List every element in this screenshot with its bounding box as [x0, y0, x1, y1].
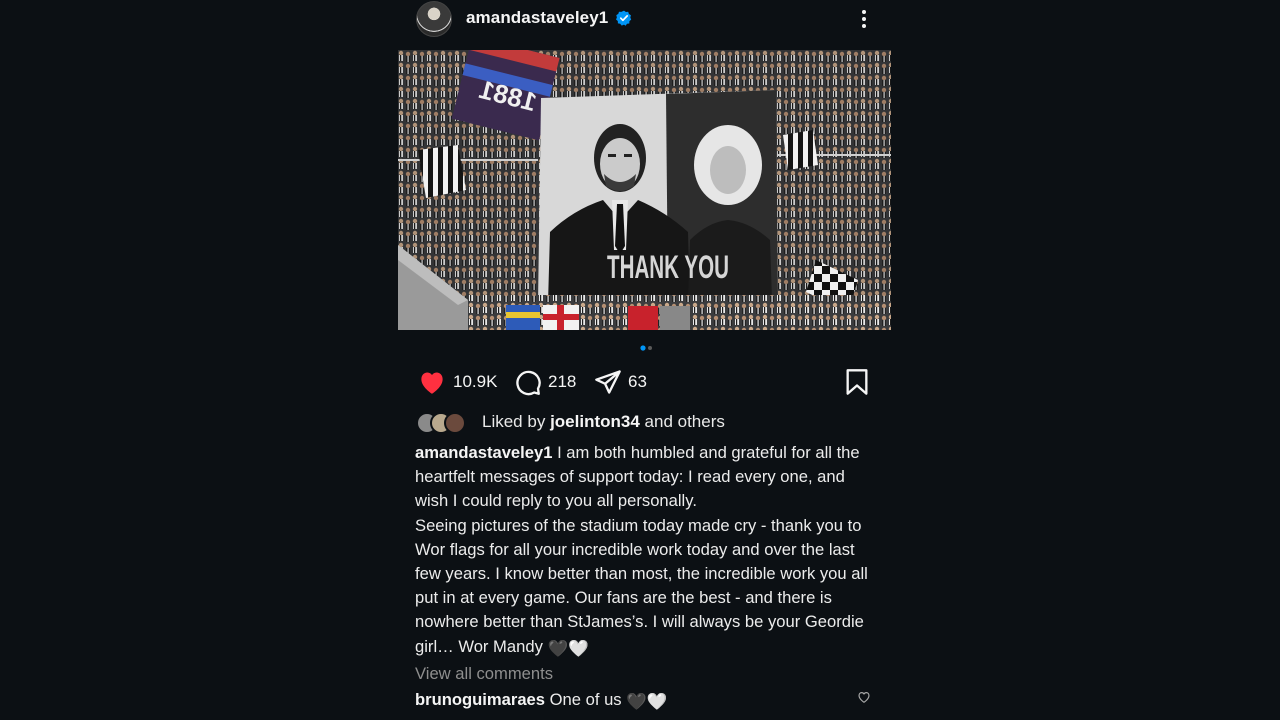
carousel-dot-active — [640, 345, 646, 351]
comment-like-heart-icon[interactable] — [857, 690, 871, 704]
view-all-comments-link[interactable]: View all comments — [415, 664, 553, 684]
share-count[interactable]: 63 — [628, 372, 647, 392]
profile-avatar[interactable] — [416, 1, 452, 37]
carousel-dot — [648, 346, 652, 350]
like-button[interactable]: 10.9K — [417, 364, 497, 400]
post-header: amandastaveley1 — [398, 0, 891, 40]
post-image[interactable]: 1881 THANK YOU — [398, 50, 891, 330]
comment-count[interactable]: 218 — [548, 372, 576, 392]
instagram-post: amandastaveley1 1881 THANK YOU 10.9K 218… — [398, 0, 891, 720]
liked-by-prefix: Liked by — [482, 412, 546, 431]
heart-filled-icon — [421, 372, 443, 394]
post-username[interactable]: amandastaveley1 — [466, 8, 608, 28]
caption-username[interactable]: amandastaveley1 — [415, 443, 552, 462]
liked-by-suffix[interactable]: and others — [645, 412, 725, 432]
share-button[interactable]: 63 — [594, 364, 647, 400]
verified-badge-icon — [616, 10, 632, 26]
action-bar: 10.9K 218 63 — [398, 364, 891, 400]
comment-button[interactable]: 218 — [514, 364, 576, 400]
liker-avatar — [444, 412, 466, 434]
post-caption: amandastaveley1 I am both humbled and gr… — [415, 441, 877, 661]
stadium-tifo-image: 1881 THANK YOU — [398, 50, 891, 330]
caption-hearts-emoji: 🖤🤍 — [547, 638, 589, 658]
paper-plane-icon — [595, 370, 621, 394]
comment-hearts-emoji: 🖤🤍 — [626, 692, 668, 711]
carousel-indicator — [640, 345, 652, 351]
liked-by-avatars — [416, 411, 472, 434]
comment-username[interactable]: brunoguimaraes — [415, 690, 545, 709]
banner-text: THANK YOU — [607, 249, 729, 285]
bookmark-icon — [846, 369, 868, 395]
comment-text: One of us — [549, 690, 622, 709]
liked-by-user[interactable]: joelinton34 — [550, 412, 640, 432]
caption-text: I am both humbled and grateful for all t… — [415, 443, 868, 656]
save-button[interactable] — [844, 364, 870, 400]
liked-by-row[interactable]: Liked by joelinton34 and others — [416, 410, 725, 434]
top-comment: brunoguimaraes One of us 🖤🤍 — [415, 690, 668, 712]
like-count[interactable]: 10.9K — [453, 372, 497, 392]
more-options-icon[interactable] — [854, 7, 874, 31]
comment-bubble-icon — [516, 370, 541, 396]
